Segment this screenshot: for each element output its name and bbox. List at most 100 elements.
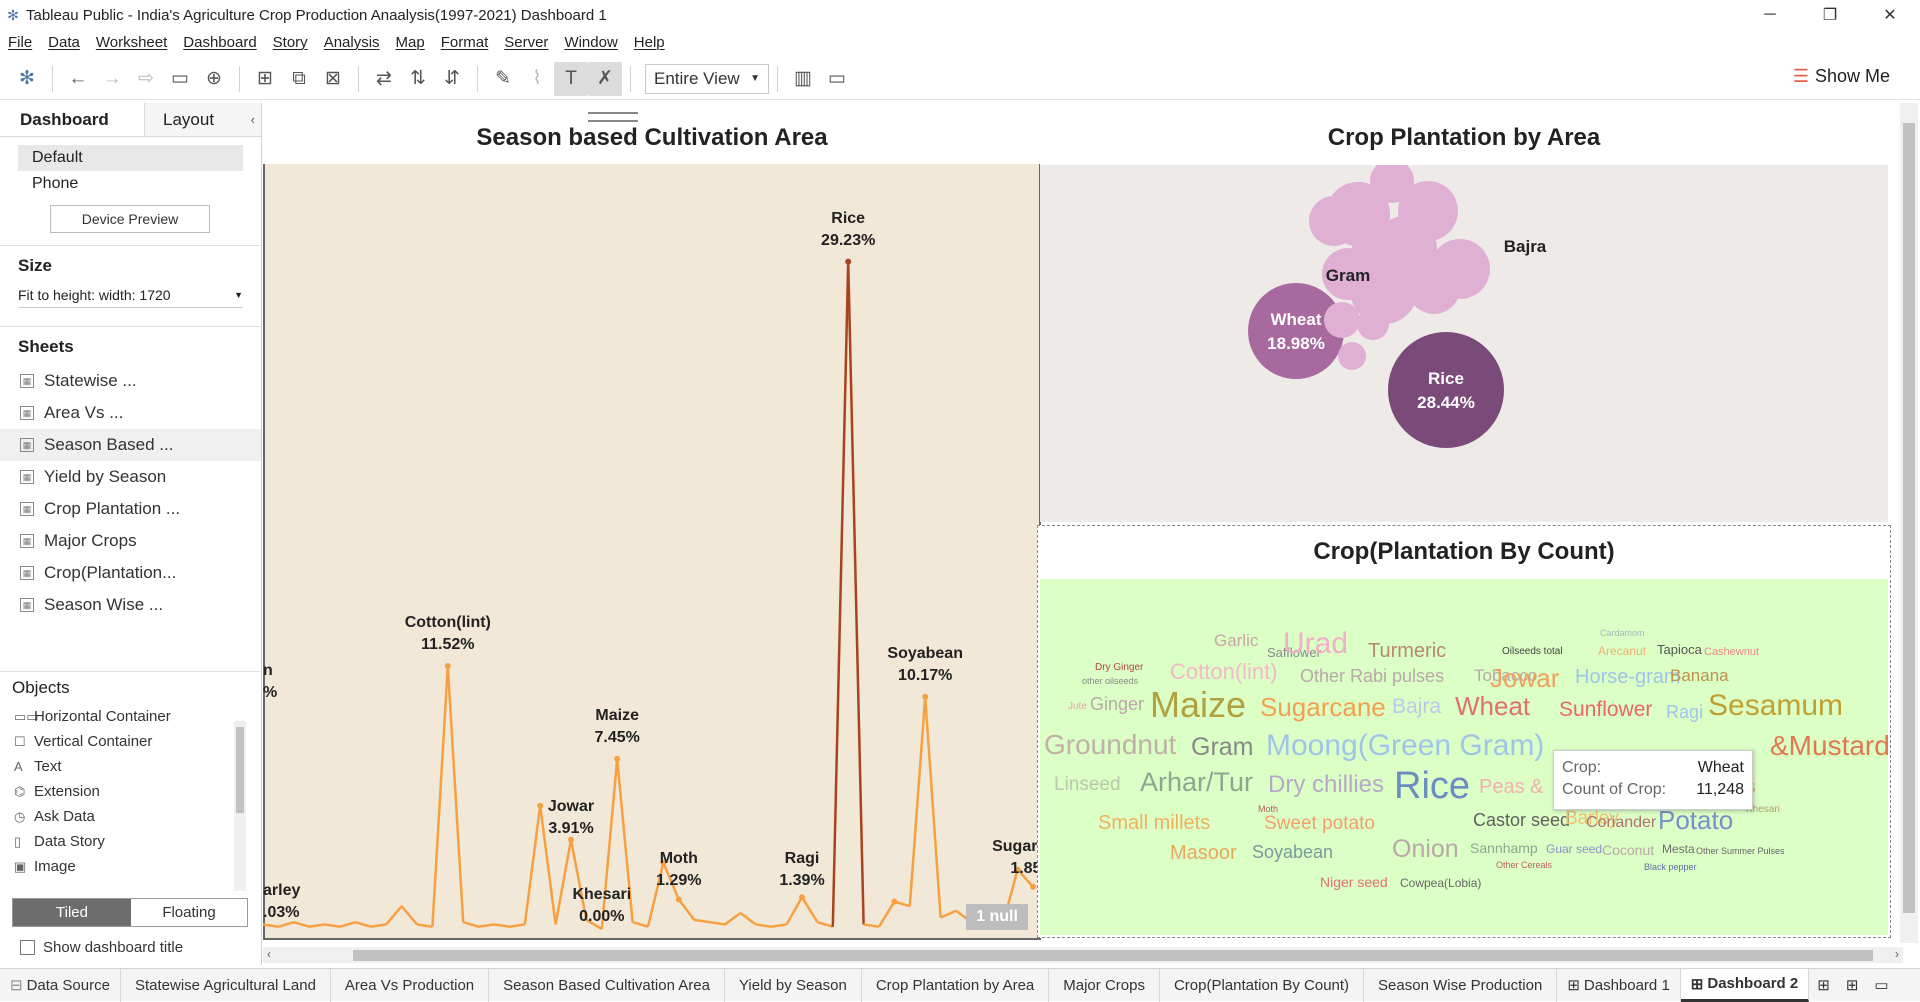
- word-cloud-word[interactable]: Urad: [1283, 629, 1348, 659]
- word-cloud-word[interactable]: Dry chillies: [1268, 773, 1384, 797]
- line-segment[interactable]: [694, 918, 710, 924]
- line-segment[interactable]: [800, 896, 819, 923]
- menu-story[interactable]: Story: [265, 34, 316, 51]
- tab-dashboard-1[interactable]: ⊞ Dashboard 1: [1557, 968, 1681, 1002]
- word-cloud-word[interactable]: Other Cereals: [1496, 861, 1552, 870]
- word-cloud-word[interactable]: Banana: [1670, 667, 1729, 684]
- highlight-icon[interactable]: ✎: [486, 62, 520, 96]
- line-segment[interactable]: [355, 920, 372, 928]
- line-segment[interactable]: [324, 923, 341, 928]
- sheet-item[interactable]: ▦ Statewise ...: [0, 365, 261, 397]
- line-segment[interactable]: [940, 909, 957, 919]
- line-segment[interactable]: [677, 898, 696, 921]
- restore-icon[interactable]: ❐: [1800, 0, 1860, 30]
- tab-sheet[interactable]: Major Crops: [1049, 968, 1160, 1002]
- tab-sheet[interactable]: Crop Plantation by Area: [862, 968, 1050, 1002]
- line-segment[interactable]: [370, 923, 387, 928]
- object-item[interactable]: A Text: [0, 754, 261, 779]
- word-cloud-word[interactable]: Jowar: [1490, 665, 1559, 691]
- scrollbar-thumb[interactable]: [1903, 123, 1915, 913]
- new-story-icon[interactable]: ▭: [1866, 969, 1896, 1002]
- show-me-button[interactable]: ☰ Show Me: [1793, 66, 1890, 87]
- vertical-scrollbar[interactable]: [1900, 103, 1918, 943]
- word-cloud-word[interactable]: Ginger: [1090, 695, 1144, 713]
- word-cloud-word[interactable]: Sweet potato: [1264, 814, 1375, 833]
- word-cloud-word[interactable]: other oilseeds: [1082, 677, 1138, 686]
- line-segment[interactable]: [416, 923, 433, 928]
- object-item[interactable]: ▭▭ Horizontal Container: [0, 704, 261, 729]
- line-point[interactable]: [891, 898, 898, 905]
- sheet-item[interactable]: ▦ Yield by Season: [0, 461, 261, 493]
- close-icon[interactable]: ✕: [1860, 0, 1920, 30]
- word-cloud-word[interactable]: Small millets: [1098, 813, 1210, 833]
- bubble[interactable]: [1438, 241, 1474, 277]
- collapse-panel-icon[interactable]: ‹: [251, 112, 255, 127]
- swap-icon[interactable]: ⇄: [367, 62, 401, 96]
- new-dashboard-icon[interactable]: ⊞: [1838, 969, 1867, 1002]
- show-title-checkbox[interactable]: Show dashboard title: [20, 939, 183, 956]
- new-datasource-icon[interactable]: ⊕: [197, 62, 231, 96]
- menu-analysis[interactable]: Analysis: [316, 34, 388, 51]
- bubble[interactable]: [1338, 342, 1366, 370]
- word-cloud-word[interactable]: Niger seed: [1320, 875, 1388, 889]
- tab-dashboard[interactable]: Dashboard: [0, 103, 145, 136]
- sort-ascending-icon[interactable]: ⇅: [401, 62, 435, 96]
- word-cloud-word[interactable]: Groundnut: [1044, 731, 1176, 759]
- line-segment[interactable]: [509, 923, 525, 928]
- line-segment[interactable]: [846, 261, 865, 925]
- minimize-icon[interactable]: ─: [1740, 0, 1800, 30]
- line-point[interactable]: [675, 896, 682, 903]
- word-cloud-word[interactable]: Soyabean: [1252, 843, 1333, 861]
- word-cloud-word[interactable]: Castor seed: [1473, 811, 1570, 829]
- tab-data-source[interactable]: ⊟ Data Source: [0, 968, 121, 1002]
- word-cloud-word[interactable]: Arecanut: [1598, 645, 1646, 657]
- word-cloud-word[interactable]: Masoor: [1170, 843, 1237, 863]
- line-segment[interactable]: [400, 905, 418, 926]
- fit-view-select[interactable]: Entire View ▼: [645, 63, 769, 94]
- line-segment[interactable]: [923, 696, 942, 918]
- object-item[interactable]: ▯ Data Story: [0, 829, 261, 854]
- word-cloud-word[interactable]: Other Rabi pulses: [1300, 667, 1444, 685]
- sheet-item[interactable]: ▦ Area Vs ...: [0, 397, 261, 429]
- line-segment[interactable]: [863, 923, 880, 928]
- line-segment[interactable]: [817, 920, 834, 928]
- word-cloud-word[interactable]: Mesta: [1662, 843, 1695, 855]
- bubble[interactable]: [1309, 196, 1359, 246]
- clear-sheet-icon[interactable]: ⊠: [316, 62, 350, 96]
- sheet-item[interactable]: ▦ Major Crops: [0, 525, 261, 557]
- word-cloud-word[interactable]: Bajra: [1392, 696, 1441, 717]
- floating-button[interactable]: Floating: [131, 899, 247, 926]
- tab-sheet[interactable]: Crop(Plantation By Count): [1160, 968, 1365, 1002]
- tab-layout[interactable]: Layout ‹: [145, 103, 261, 136]
- word-cloud-word[interactable]: Horse-gram: [1575, 667, 1681, 687]
- line-segment[interactable]: [309, 923, 325, 928]
- line-segment[interactable]: [478, 923, 495, 928]
- line-segment[interactable]: [739, 912, 757, 926]
- word-cloud-word[interactable]: Other Summer Pulses: [1696, 847, 1785, 856]
- device-preview-button[interactable]: Device Preview: [50, 205, 210, 233]
- word-cloud-word[interactable]: Cashewnut: [1704, 647, 1759, 658]
- duplicate-sheet-icon[interactable]: ⧉: [282, 62, 316, 96]
- word-cloud-word[interactable]: Jute: [1068, 702, 1087, 712]
- menu-worksheet[interactable]: Worksheet: [88, 34, 175, 51]
- scrollbar-thumb[interactable]: [353, 950, 1873, 961]
- objects-scrollbar[interactable]: [234, 721, 246, 891]
- word-cloud-word[interactable]: Cowpea(Lobia): [1400, 877, 1481, 889]
- word-cloud-word[interactable]: Moong(Green Gram): [1266, 731, 1544, 761]
- line-segment[interactable]: [877, 900, 896, 928]
- sheet-item[interactable]: ▦ Season Based ...: [0, 429, 261, 461]
- bubble[interactable]: [1324, 302, 1360, 338]
- show-cards-icon[interactable]: ▥: [786, 62, 820, 96]
- size-select[interactable]: Fit to height: width: 1720 ▼: [18, 282, 243, 308]
- line-segment[interactable]: [908, 696, 927, 907]
- scroll-right-icon[interactable]: ›: [1895, 947, 1899, 961]
- device-phone[interactable]: Phone: [18, 171, 243, 197]
- menu-data[interactable]: Data: [40, 34, 88, 51]
- tab-sheet[interactable]: Yield by Season: [725, 968, 862, 1002]
- word-cloud-word[interactable]: Garlic: [1214, 632, 1258, 649]
- word-cloud-word[interactable]: Cotton(lint): [1170, 661, 1278, 683]
- word-cloud-word[interactable]: Sannhamp: [1470, 841, 1538, 855]
- word-cloud-word[interactable]: Ragi: [1666, 703, 1703, 721]
- menu-file[interactable]: File: [0, 34, 40, 51]
- word-cloud-word[interactable]: Sesamum: [1708, 691, 1843, 721]
